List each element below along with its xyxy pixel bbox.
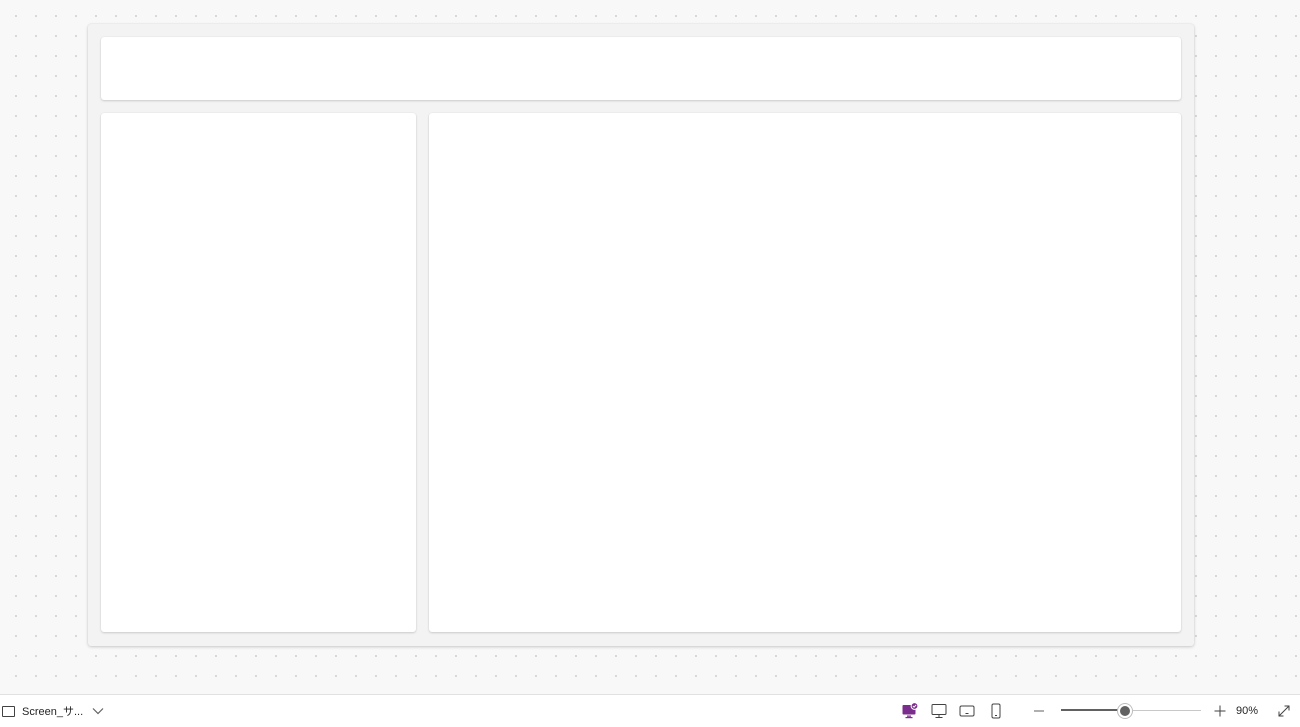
zoom-slider-thumb[interactable] [1118, 704, 1132, 718]
teams-device-button[interactable] [899, 700, 921, 722]
desktop-device-button[interactable] [928, 700, 950, 722]
phone-icon [991, 703, 1001, 719]
left-panel-container[interactable] [101, 113, 416, 632]
chevron-down-icon[interactable] [92, 695, 104, 727]
main-panel-container[interactable] [429, 113, 1181, 632]
phone-device-button[interactable] [985, 700, 1007, 722]
status-bar: Screen_サ... 90% [0, 694, 1300, 727]
app-screen[interactable] [88, 24, 1194, 646]
design-canvas[interactable] [0, 0, 1300, 694]
screen-selector[interactable]: Screen_サ... [2, 695, 83, 727]
teams-device-icon [902, 702, 919, 719]
zoom-level-label: 90% [1236, 705, 1259, 717]
expand-diagonal-icon [1278, 705, 1290, 717]
plus-icon [1214, 705, 1226, 717]
zoom-in-button[interactable] [1209, 700, 1231, 722]
zoom-out-button[interactable] [1028, 700, 1050, 722]
minus-icon [1034, 710, 1044, 712]
screen-name-label: Screen_サ... [22, 706, 84, 718]
screen-icon [2, 705, 15, 717]
monitor-icon [931, 704, 947, 718]
tablet-icon [959, 705, 975, 717]
fit-to-window-button[interactable] [1273, 700, 1295, 722]
tablet-device-button[interactable] [956, 700, 978, 722]
zoom-slider-fill [1061, 709, 1125, 711]
header-container[interactable] [101, 37, 1181, 100]
zoom-slider[interactable] [1061, 703, 1201, 719]
